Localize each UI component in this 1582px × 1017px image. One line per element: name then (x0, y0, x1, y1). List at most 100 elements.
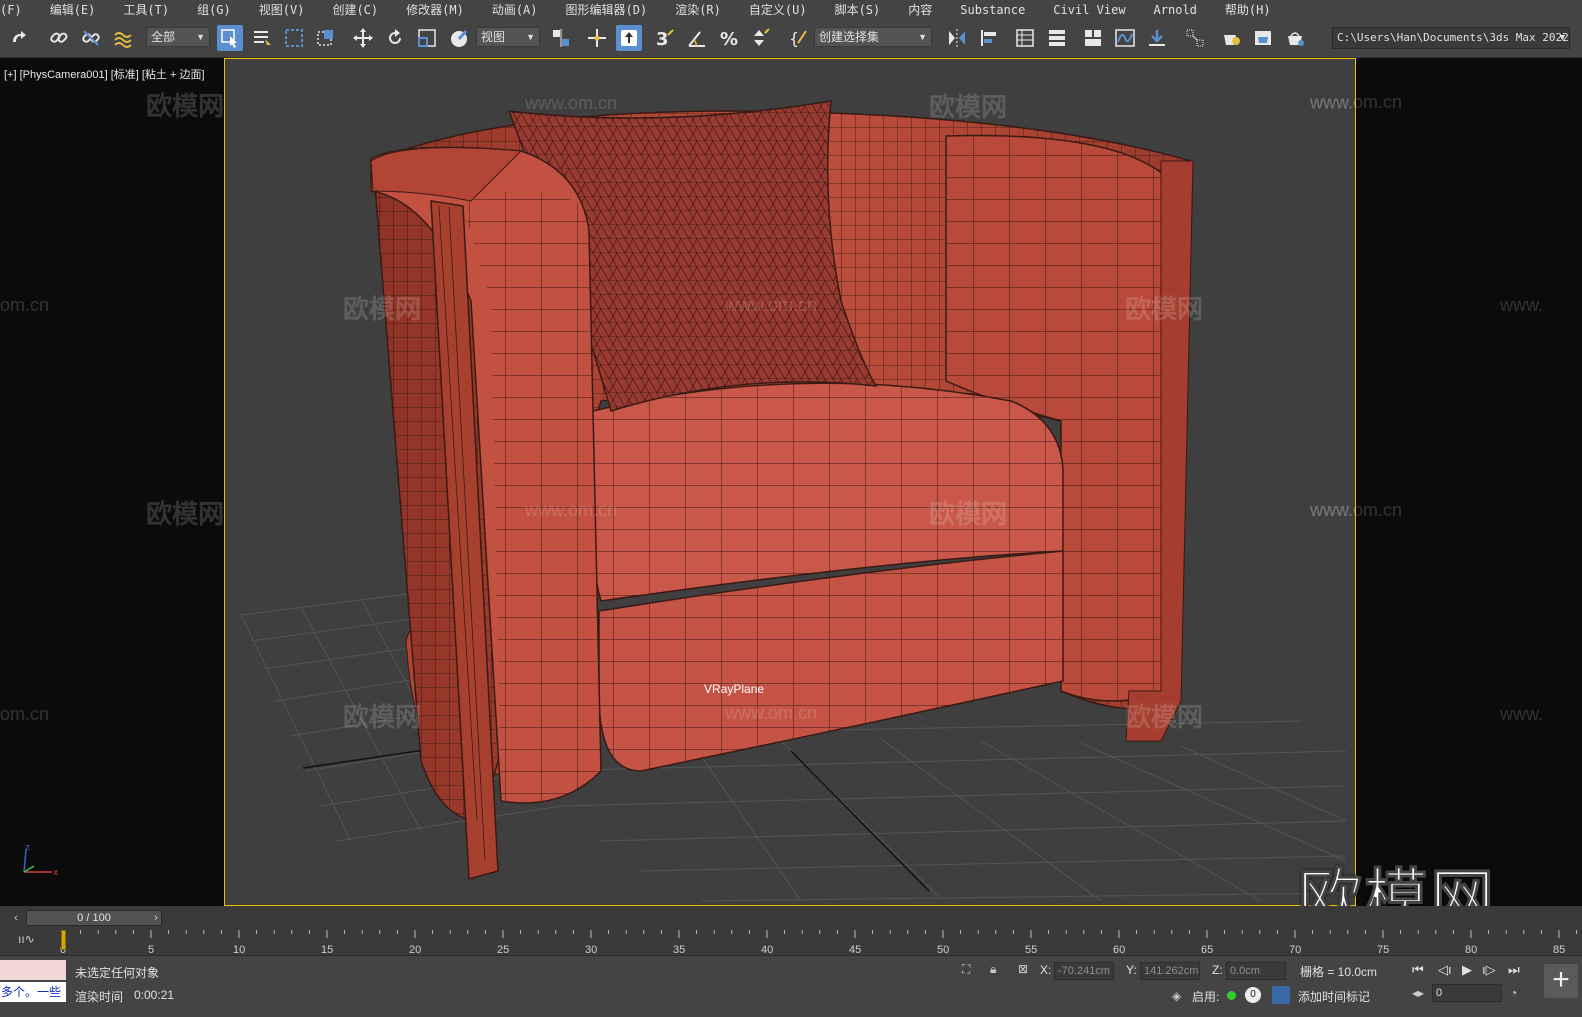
scene-explorer-icon[interactable] (1012, 25, 1038, 51)
percent-snap-icon[interactable]: % (716, 25, 742, 51)
angle-snap-icon[interactable] (684, 25, 710, 51)
selection-filter-dropdown[interactable]: 全部 ▼ (146, 27, 210, 47)
lock-icon[interactable]: 🔒︎ (990, 962, 996, 977)
project-folder-path[interactable]: C:\Users\Han\Documents\3ds Max 2022 ▼ (1332, 27, 1570, 49)
menu-create[interactable]: 创建(C) (318, 0, 392, 20)
next-key-icon[interactable]: ı▷ (1482, 962, 1496, 978)
bind-space-warp-icon[interactable] (110, 25, 136, 51)
track-tick-label: 10 (233, 944, 246, 956)
next-frame-arrow-icon[interactable]: › (148, 910, 164, 926)
track-tick-label: 60 (1113, 944, 1126, 956)
adaptive-degradation-icon[interactable]: ◈ (1172, 989, 1181, 1003)
maxscript-listener-bottom[interactable]: 多个。一些 (0, 982, 66, 1002)
spinner-snap-icon[interactable] (748, 25, 774, 51)
maxscript-text: 多个。一些 (1, 985, 62, 999)
isolate-selection-icon[interactable]: ⛶ (962, 962, 970, 977)
play-icon[interactable]: ▶ (1462, 962, 1472, 978)
schematic-view-icon[interactable] (1144, 25, 1170, 51)
add-time-tag-button[interactable]: 添加时间标记 (1298, 988, 1370, 1005)
menu-graph-editors[interactable]: 图形编辑器(D) (552, 0, 662, 20)
keyboard-shortcut-override-icon[interactable] (616, 25, 642, 51)
svg-text:3: 3 (656, 29, 669, 49)
time-marker[interactable] (61, 930, 66, 950)
render-setup-icon[interactable] (1218, 25, 1244, 51)
y-label: Y: (1126, 963, 1137, 977)
track-tick-label: 35 (673, 944, 686, 956)
add-button-plus-icon[interactable]: + (1544, 964, 1578, 998)
select-by-name-icon[interactable] (249, 25, 275, 51)
menu-file[interactable]: (F) (0, 0, 36, 20)
z-coordinate-value: 0.0cm (1230, 965, 1260, 977)
status-indicator-dot (1227, 991, 1236, 1000)
scale-icon[interactable] (414, 25, 440, 51)
go-to-end-icon[interactable]: ⏭ (1508, 962, 1520, 978)
track-bar[interactable]: ıı∿ 0 5 10 15 20 25 30 35 40 45 50 55 60 65 70 75 80 85 (0, 930, 1582, 956)
menu-scripting[interactable]: 脚本(S) (821, 0, 895, 20)
named-selection-value: 创建选择集 (819, 30, 880, 44)
previous-frame-arrow-icon[interactable]: ‹ (8, 910, 24, 926)
track-tick-label: 40 (761, 944, 774, 956)
toggle-ribbon-icon[interactable] (1080, 25, 1106, 51)
curve-editor-icon[interactable] (1112, 25, 1138, 51)
placement-icon[interactable] (446, 25, 472, 51)
mirror-icon[interactable] (944, 25, 970, 51)
rendered-frame-window-icon[interactable] (1250, 25, 1276, 51)
menu-substance[interactable]: Substance (946, 0, 1039, 20)
menu-animation[interactable]: 动画(A) (478, 0, 552, 20)
time-configuration-icon[interactable]: ◔ (1510, 986, 1517, 1000)
layer-explorer-icon[interactable] (1044, 25, 1070, 51)
current-frame-field[interactable]: 0 (1432, 984, 1502, 1002)
menu-customize[interactable]: 自定义(U) (735, 0, 821, 20)
y-coordinate-field[interactable]: 141.262cm (1140, 962, 1200, 980)
absolute-mode-icon[interactable]: ⊠ (1018, 962, 1028, 976)
menu-modifiers[interactable]: 修改器(M) (392, 0, 478, 20)
align-icon[interactable] (976, 25, 1002, 51)
current-frame-value: 0 (1436, 987, 1443, 999)
rotate-icon[interactable] (382, 25, 408, 51)
menu-views[interactable]: 视图(V) (245, 0, 319, 20)
select-manipulate-icon[interactable] (584, 25, 610, 51)
menu-arnold[interactable]: Arnold (1140, 0, 1211, 20)
chevron-down-icon: ▼ (1559, 33, 1565, 43)
render-production-icon[interactable] (1282, 25, 1308, 51)
x-coordinate-field[interactable]: -70.241cm (1054, 962, 1114, 980)
frame-display: 0 / 100 (77, 912, 111, 924)
snaps-toggle-icon[interactable]: 3 (652, 25, 678, 51)
rectangular-selection-icon[interactable] (281, 25, 307, 51)
track-tick-label: 85 (1553, 944, 1566, 956)
viewport-label[interactable]: [+] [PhysCamera001] [标准] [粘土 + 边面] (4, 66, 205, 82)
menu-group[interactable]: 组(G) (183, 0, 245, 20)
reference-coordinate-dropdown[interactable]: 视图 ▼ (476, 27, 540, 47)
menu-rendering[interactable]: 渲染(R) (661, 0, 735, 20)
maxscript-listener-top[interactable] (0, 960, 66, 980)
menu-help[interactable]: 帮助(H) (1211, 0, 1285, 20)
z-coordinate-field[interactable]: 0.0cm (1226, 962, 1286, 980)
go-to-start-icon[interactable]: ⏮ (1412, 962, 1424, 978)
enable-count-badge[interactable]: 0 (1245, 987, 1261, 1003)
material-editor-icon[interactable] (1182, 25, 1208, 51)
time-tag-icon[interactable] (1272, 986, 1290, 1004)
select-object-icon[interactable] (217, 25, 243, 51)
menu-content[interactable]: 内容 (894, 0, 946, 20)
window-crossing-icon[interactable] (313, 25, 339, 51)
named-selection-dropdown[interactable]: 创建选择集 ▼ (814, 27, 932, 47)
pivot-center-icon[interactable] (548, 25, 574, 51)
track-tick-label: 15 (321, 944, 334, 956)
perspective-viewport[interactable]: 欧模网 www.om.cn 欧模网 www.om.cn 欧模网 www.om.c… (224, 58, 1356, 906)
z-label: Z: (1212, 963, 1223, 977)
menu-edit[interactable]: 编辑(E) (36, 0, 110, 20)
unlink-icon[interactable] (78, 25, 104, 51)
time-slider[interactable]: 0 / 100 (26, 910, 162, 926)
track-tick-label: 80 (1465, 944, 1478, 956)
track-tick-label: 75 (1377, 944, 1390, 956)
previous-key-icon[interactable]: ◁ı (1438, 962, 1452, 978)
track-tick-label: 55 (1025, 944, 1038, 956)
edit-named-selection-icon[interactable]: { (786, 25, 812, 51)
menu-tools[interactable]: 工具(T) (109, 0, 183, 20)
svg-text:z: z (25, 843, 30, 853)
move-icon[interactable] (350, 25, 376, 51)
redo-icon[interactable] (6, 25, 32, 51)
link-icon[interactable] (46, 25, 72, 51)
key-mode-icon[interactable]: ◂▸ (1412, 986, 1424, 1000)
menu-civil-view[interactable]: Civil View (1039, 0, 1139, 20)
